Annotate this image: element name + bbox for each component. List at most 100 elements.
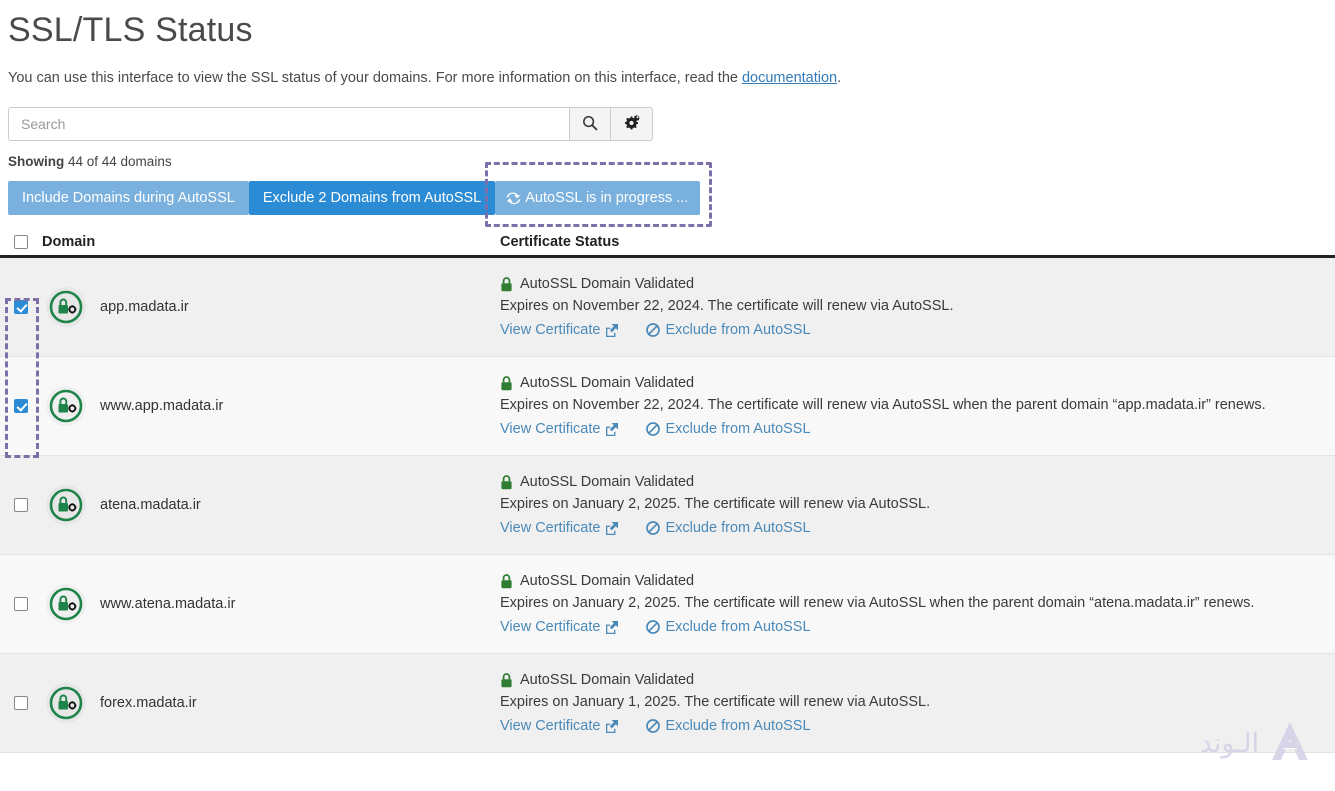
row-select-cell xyxy=(0,456,42,554)
documentation-link[interactable]: documentation xyxy=(742,70,837,86)
row-status-cell: AutoSSL Domain Validated Expires on Novem… xyxy=(500,357,1335,455)
status-title-row: AutoSSL Domain Validated xyxy=(500,474,1325,490)
intro-paragraph: You can use this interface to view the S… xyxy=(0,52,1335,88)
status-title-row: AutoSSL Domain Validated xyxy=(500,573,1325,589)
domain-name: app.madata.ir xyxy=(100,299,189,315)
exclude-from-autossl-link[interactable]: Exclude from AutoSSL xyxy=(646,718,811,734)
select-all-cell xyxy=(0,234,42,249)
table-header-row: Domain Certificate Status xyxy=(0,228,1335,258)
row-status-cell: AutoSSL Domain Validated Expires on Janua… xyxy=(500,654,1335,752)
select-all-checkbox[interactable] xyxy=(14,234,28,249)
domain-name: www.app.madata.ir xyxy=(100,398,224,414)
status-title-row: AutoSSL Domain Validated xyxy=(500,375,1325,391)
ssl-lock-green-icon xyxy=(46,683,86,723)
validated-lock-icon xyxy=(500,573,513,589)
status-title: AutoSSL Domain Validated xyxy=(520,375,695,391)
domain-name: forex.madata.ir xyxy=(100,695,197,711)
ban-icon xyxy=(646,620,661,634)
validated-lock-icon xyxy=(500,474,513,490)
exclude-from-autossl-label: Exclude from AutoSSL xyxy=(665,322,811,338)
status-title: AutoSSL Domain Validated xyxy=(520,573,695,589)
view-certificate-label: View Certificate xyxy=(500,718,601,734)
view-certificate-link[interactable]: View Certificate xyxy=(500,718,619,734)
exclude-from-autossl-label: Exclude from AutoSSL xyxy=(665,718,811,734)
row-domain-cell: app.madata.ir xyxy=(42,258,500,356)
ssl-tls-status-page: SSL/TLS Status You can use this interfac… xyxy=(0,0,1335,791)
ban-icon xyxy=(646,422,661,436)
validated-lock-icon xyxy=(500,276,513,292)
external-link-icon xyxy=(605,620,619,634)
showing-label: Showing xyxy=(8,154,65,169)
showing-count: Showing 44 of 44 domains xyxy=(0,141,1335,169)
exclude-domains-button[interactable]: Exclude 2 Domains from AutoSSL xyxy=(248,181,496,215)
gears-icon xyxy=(623,114,641,134)
row-domain-cell: forex.madata.ir xyxy=(42,654,500,752)
row-status-cell: AutoSSL Domain Validated Expires on Novem… xyxy=(500,258,1335,356)
status-links: View Certificate Exclude from AutoSSL xyxy=(500,421,1325,437)
view-certificate-label: View Certificate xyxy=(500,619,601,635)
external-link-icon xyxy=(605,422,619,436)
table-row: www.app.madata.ir AutoSSL Domain Validate… xyxy=(0,357,1335,456)
row-domain-cell: atena.madata.ir xyxy=(42,456,500,554)
row-select-cell xyxy=(0,555,42,653)
validated-lock-icon xyxy=(500,375,513,391)
status-title: AutoSSL Domain Validated xyxy=(520,474,695,490)
intro-text-before: You can use this interface to view the S… xyxy=(8,70,742,86)
row-status-cell: AutoSSL Domain Validated Expires on Janua… xyxy=(500,555,1335,653)
exclude-from-autossl-label: Exclude from AutoSSL xyxy=(665,619,811,635)
status-detail: Expires on January 2, 2025. The certific… xyxy=(500,595,1255,611)
ssl-lock-green-icon xyxy=(46,386,86,426)
validated-lock-icon xyxy=(500,672,513,688)
refresh-icon xyxy=(505,191,522,206)
autossl-in-progress-label: AutoSSL is in progress ... xyxy=(525,190,689,206)
row-checkbox[interactable] xyxy=(14,498,28,512)
exclude-from-autossl-link[interactable]: Exclude from AutoSSL xyxy=(646,421,811,437)
view-certificate-link[interactable]: View Certificate xyxy=(500,520,619,536)
ban-icon xyxy=(646,323,661,337)
external-link-icon xyxy=(605,323,619,337)
exclude-from-autossl-label: Exclude from AutoSSL xyxy=(665,421,811,437)
row-checkbox[interactable] xyxy=(14,597,28,611)
ssl-lock-green-icon xyxy=(46,485,86,525)
exclude-from-autossl-label: Exclude from AutoSSL xyxy=(665,520,811,536)
row-domain-cell: www.app.madata.ir xyxy=(42,357,500,455)
search-bar xyxy=(8,107,653,141)
status-title: AutoSSL Domain Validated xyxy=(520,276,695,292)
row-checkbox[interactable] xyxy=(14,300,28,314)
row-checkbox[interactable] xyxy=(14,696,28,710)
ssl-lock-green-icon xyxy=(46,584,86,624)
row-select-cell xyxy=(0,357,42,455)
ban-icon xyxy=(646,719,661,733)
autossl-in-progress-button[interactable]: AutoSSL is in progress ... xyxy=(495,181,701,215)
view-certificate-label: View Certificate xyxy=(500,421,601,437)
status-title: AutoSSL Domain Validated xyxy=(520,672,695,688)
intro-text-after: . xyxy=(837,70,842,86)
search-icon xyxy=(582,115,598,134)
row-select-cell xyxy=(0,258,42,356)
search-input[interactable] xyxy=(8,107,569,141)
row-domain-cell: www.atena.madata.ir xyxy=(42,555,500,653)
view-certificate-link[interactable]: View Certificate xyxy=(500,322,619,338)
row-checkbox[interactable] xyxy=(14,399,28,413)
table-row: atena.madata.ir AutoSSL Domain Validated E… xyxy=(0,456,1335,555)
domain-name: atena.madata.ir xyxy=(100,497,201,513)
status-links: View Certificate Exclude from AutoSSL xyxy=(500,322,1325,338)
status-links: View Certificate Exclude from AutoSSL xyxy=(500,718,1325,734)
exclude-from-autossl-link[interactable]: Exclude from AutoSSL xyxy=(646,520,811,536)
view-certificate-link[interactable]: View Certificate xyxy=(500,421,619,437)
status-links: View Certificate Exclude from AutoSSL xyxy=(500,619,1325,635)
include-domains-button[interactable]: Include Domains during AutoSSL xyxy=(8,181,249,215)
exclude-from-autossl-link[interactable]: Exclude from AutoSSL xyxy=(646,322,811,338)
search-button[interactable] xyxy=(569,107,611,141)
status-detail: Expires on November 22, 2024. The certif… xyxy=(500,397,1266,413)
exclude-from-autossl-link[interactable]: Exclude from AutoSSL xyxy=(646,619,811,635)
header-domain: Domain xyxy=(42,233,96,250)
search-settings-button[interactable] xyxy=(611,107,653,141)
view-certificate-link[interactable]: View Certificate xyxy=(500,619,619,635)
external-link-icon xyxy=(605,521,619,535)
domain-name: www.atena.madata.ir xyxy=(100,596,236,612)
status-detail: Expires on November 22, 2024. The certif… xyxy=(500,298,954,314)
ban-icon xyxy=(646,521,661,535)
ssl-lock-green-icon xyxy=(46,287,86,327)
page-title: SSL/TLS Status xyxy=(8,11,253,49)
